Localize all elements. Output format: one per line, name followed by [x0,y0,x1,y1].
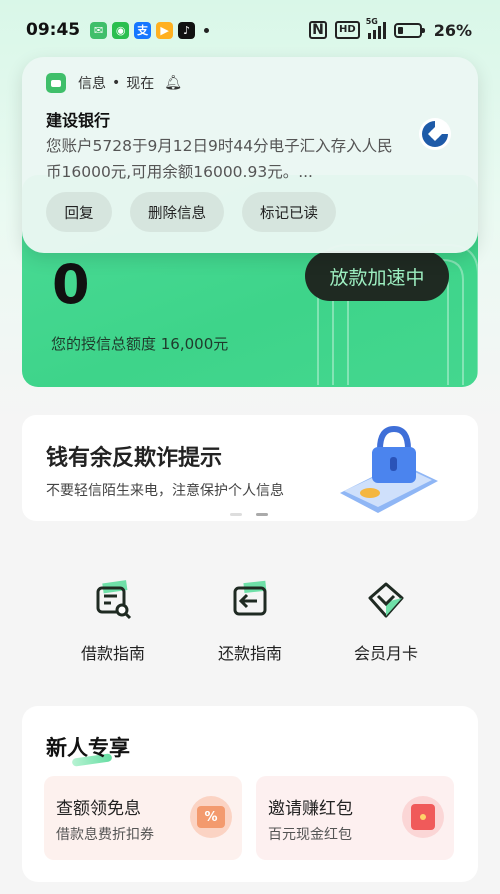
ccb-logo-icon [419,118,451,150]
promo-subtitle: 百元现金红包 [268,827,352,843]
member-card-label: 会员月卡 [353,644,418,663]
battery-icon [393,22,425,38]
promo-title: 邀请赚红包 [268,799,353,819]
quick-link-member-card[interactable]: 会员月卡 [326,580,446,664]
red-envelope-icon [402,796,444,838]
notification-app: 信息 [78,76,106,92]
status-bar: 09:45 ✉ ◉ 支 ▶ ♪ N HD 5G 26% [0,0,500,60]
carousel-dots [230,513,268,516]
mark-read-button[interactable]: 标记已读 [242,192,336,232]
promo-check-limit[interactable]: 查额领免息 借款息费折扣券 % [44,776,242,860]
promo-invite[interactable]: 邀请赚红包 百元现金红包 [256,776,454,860]
fraud-subtitle: 不要轻信陌生来电，注意保护个人信息 [46,483,284,499]
more-notifications-dot [204,27,210,33]
promo-title: 查额领免息 [56,799,141,819]
credit-limit-label: 您的授信总额度 16,000元 [51,335,229,353]
messages-app-icon: ✉ [90,21,108,39]
new-user-title: 新人专享 [46,736,130,760]
loan-speedup-button[interactable]: 放款加速中 [305,251,449,301]
discount-coupon-icon: % [190,796,232,838]
bell-icon: 🔔︎ [164,75,183,91]
carousel-dot-active [256,513,268,516]
carousel-dot [230,513,242,516]
notification-body: 您账户5728于9月12日9时44分电子汇入存入人民币16000元,可用余额16… [46,137,393,181]
quick-link-loan-guide[interactable]: 借款指南 [53,580,173,664]
alipay-app-icon: 支 [134,21,152,39]
network-type: 5G [365,17,378,26]
sms-notification[interactable]: 信息 • 现在 🔔︎ 建设银行 您账户5728于9月12日9时44分电子汇入存入… [22,57,478,253]
notification-sender: 建设银行 [46,111,111,130]
status-time: 09:45 [26,20,81,40]
new-user-section: 新人专享 查额领免息 借款息费折扣券 % 邀请赚红包 百元现金红包 [22,706,478,882]
quick-link-repay-guide[interactable]: 还款指南 [190,580,310,664]
video-app-icon: ▶ [156,21,174,39]
promo-subtitle: 借款息费折扣券 [56,827,154,843]
wechat-app-icon: ◉ [112,21,130,39]
tiktok-app-icon: ♪ [178,21,196,39]
repay-guide-label: 还款指南 [217,644,282,663]
reply-button[interactable]: 回复 [46,192,112,232]
loan-guide-icon [93,580,133,620]
member-card-icon [366,580,406,620]
fraud-title: 钱有余反欺诈提示 [46,446,223,471]
delete-message-button[interactable]: 删除信息 [130,192,224,232]
notification-separator: • [112,75,121,91]
hd-icon: HD [335,21,360,39]
messages-icon [46,73,66,93]
loan-guide-label: 借款指南 [80,644,145,663]
repay-guide-icon [230,580,270,620]
signal-icon: 5G [366,17,386,39]
notification-time: 现在 [126,76,155,92]
notification-header: 信息 • 现在 🔔︎ [46,73,182,93]
phone-lock-illustration [340,425,438,513]
credit-amount: 0 [52,253,90,316]
anti-fraud-banner[interactable]: 钱有余反欺诈提示 不要轻信陌生来电，注意保护个人信息 [22,415,478,521]
nfc-icon: N [309,21,328,39]
battery-percent: 26% [433,20,472,40]
